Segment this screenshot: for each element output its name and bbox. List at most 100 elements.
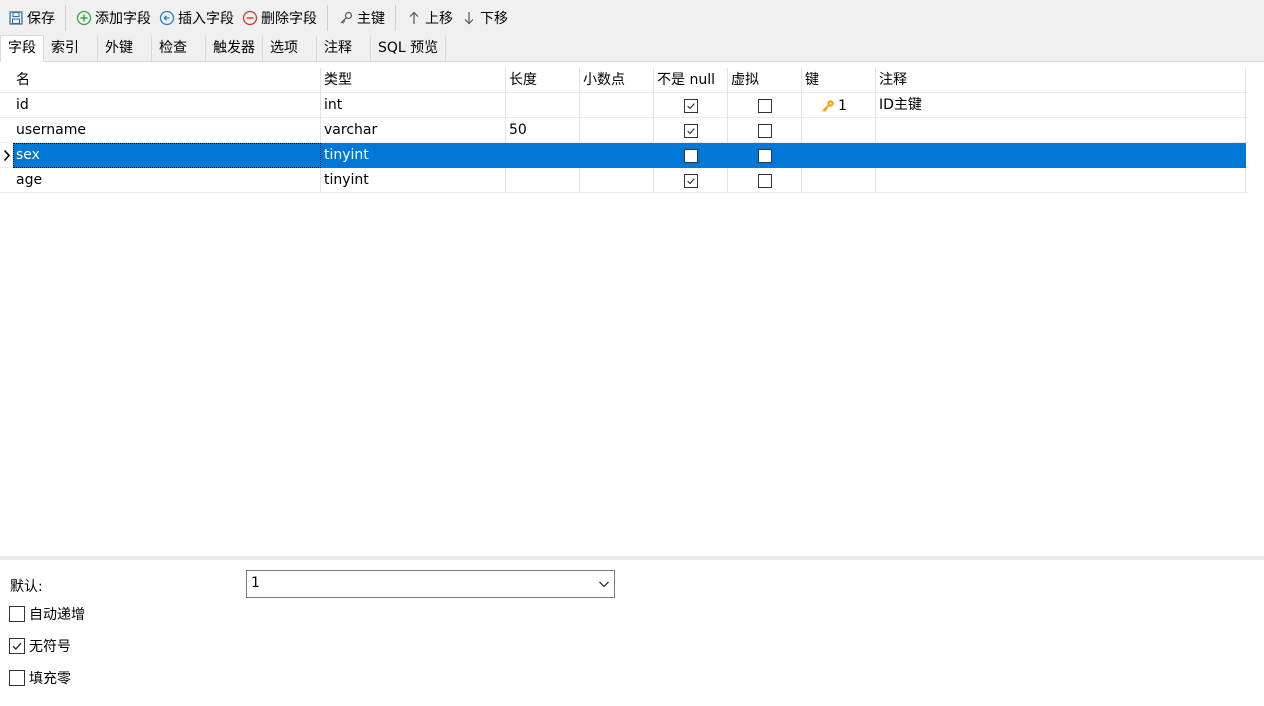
toolbar-divider — [327, 5, 328, 31]
field-type-cell[interactable]: tinyint — [321, 168, 506, 193]
key-cell[interactable]: 1 — [802, 93, 876, 118]
field-decimals-cell[interactable] — [580, 93, 654, 118]
field-name-cell[interactable]: username — [13, 118, 321, 143]
save-label: 保存 — [27, 11, 55, 27]
default-value: 1 — [251, 575, 260, 591]
field-length-cell[interactable] — [506, 168, 580, 193]
virtual-checkbox[interactable] — [757, 123, 772, 138]
tab-sql-preview[interactable]: SQL 预览 — [371, 36, 447, 61]
virtual-checkbox[interactable] — [757, 98, 772, 113]
unsigned-label: 无符号 — [29, 639, 71, 655]
table-row[interactable]: username varchar 50 — [0, 118, 1248, 143]
toolbar-divider — [65, 5, 66, 31]
zerofill-checkbox[interactable] — [9, 670, 25, 686]
minus-circle-icon — [242, 10, 258, 26]
not-null-checkbox[interactable] — [683, 98, 698, 113]
table-row[interactable]: age tinyint — [0, 168, 1248, 193]
field-length-cell[interactable]: 50 — [506, 118, 580, 143]
table-row[interactable]: id int 1 ID主键 — [0, 93, 1248, 118]
virtual-cell[interactable] — [728, 93, 802, 118]
field-length-cell[interactable] — [506, 143, 580, 168]
column-header-decimals[interactable]: 小数点 — [580, 68, 654, 93]
tab-comment[interactable]: 注释 — [317, 36, 371, 61]
column-header-comment[interactable]: 注释 — [876, 68, 1246, 93]
key-cell[interactable] — [802, 143, 876, 168]
save-icon — [8, 10, 24, 26]
field-type-cell[interactable]: int — [321, 93, 506, 118]
not-null-checkbox[interactable] — [683, 148, 698, 163]
field-name-cell[interactable]: sex — [13, 143, 321, 168]
field-type-cell[interactable]: varchar — [321, 118, 506, 143]
field-comment-cell[interactable] — [876, 168, 1246, 193]
auto-increment-option[interactable]: 自动递增 — [9, 604, 85, 624]
table-row-selected[interactable]: sex tinyint — [0, 143, 1248, 168]
tab-foreign-keys[interactable]: 外键 — [98, 36, 152, 61]
primary-key-label: 主键 — [357, 11, 385, 27]
not-null-checkbox[interactable] — [683, 123, 698, 138]
column-header-key[interactable]: 键 — [802, 68, 876, 93]
virtual-cell[interactable] — [728, 118, 802, 143]
column-header-length[interactable]: 长度 — [506, 68, 580, 93]
virtual-checkbox[interactable] — [757, 173, 772, 188]
chevron-down-icon — [599, 581, 609, 588]
field-properties-panel: 默认: 1 自动递增 无符号 填充零 — [0, 560, 1264, 706]
column-header-name[interactable]: 名 — [13, 68, 321, 93]
plus-circle-icon — [76, 10, 92, 26]
not-null-checkbox[interactable] — [683, 173, 698, 188]
move-up-label: 上移 — [425, 11, 453, 27]
row-indicator — [0, 168, 13, 193]
unsigned-option[interactable]: 无符号 — [9, 636, 71, 656]
arrow-down-icon — [461, 10, 477, 26]
default-value-select[interactable]: 1 — [246, 570, 615, 598]
virtual-checkbox[interactable] — [757, 148, 772, 163]
delete-field-button[interactable]: 删除字段 — [238, 4, 321, 32]
field-name-cell[interactable]: age — [13, 168, 321, 193]
field-comment-cell[interactable]: ID主键 — [876, 93, 1246, 118]
not-null-cell[interactable] — [654, 143, 728, 168]
primary-key-icon — [820, 98, 836, 114]
not-null-cell[interactable] — [654, 168, 728, 193]
field-type-cell[interactable]: tinyint — [321, 143, 506, 168]
add-field-button[interactable]: 添加字段 — [72, 4, 155, 32]
virtual-cell[interactable] — [728, 168, 802, 193]
key-order: 1 — [838, 97, 847, 114]
move-down-button[interactable]: 下移 — [457, 4, 512, 32]
key-cell[interactable] — [802, 168, 876, 193]
insert-circle-icon — [159, 10, 175, 26]
field-comment-cell[interactable] — [876, 143, 1246, 168]
not-null-cell[interactable] — [654, 93, 728, 118]
grid-header: 名 类型 长度 小数点 不是 null 虚拟 键 注释 — [0, 68, 1248, 93]
move-down-label: 下移 — [480, 11, 508, 27]
insert-field-button[interactable]: 插入字段 — [155, 4, 238, 32]
key-cell[interactable] — [802, 118, 876, 143]
insert-field-label: 插入字段 — [178, 11, 234, 27]
unsigned-checkbox[interactable] — [9, 638, 25, 654]
row-pointer-icon — [4, 150, 10, 161]
tab-triggers[interactable]: 触发器 — [206, 36, 263, 61]
not-null-cell[interactable] — [654, 118, 728, 143]
column-header-type[interactable]: 类型 — [321, 68, 506, 93]
tab-bar: 字段 索引 外键 检查 触发器 选项 注释 SQL 预览 — [0, 35, 1264, 62]
save-button[interactable]: 保存 — [4, 4, 59, 32]
zerofill-option[interactable]: 填充零 — [9, 668, 71, 688]
current-row-indicator — [0, 143, 13, 168]
field-comment-cell[interactable] — [876, 118, 1246, 143]
column-header-not-null[interactable]: 不是 null — [654, 68, 728, 93]
tab-fields[interactable]: 字段 — [0, 35, 44, 62]
tab-checks[interactable]: 检查 — [152, 36, 206, 61]
virtual-cell[interactable] — [728, 143, 802, 168]
field-decimals-cell[interactable] — [580, 168, 654, 193]
column-header-virtual[interactable]: 虚拟 — [728, 68, 802, 93]
field-length-cell[interactable] — [506, 93, 580, 118]
primary-key-button[interactable]: 主键 — [334, 4, 389, 32]
move-up-button[interactable]: 上移 — [402, 4, 457, 32]
field-decimals-cell[interactable] — [580, 143, 654, 168]
delete-field-label: 删除字段 — [261, 11, 317, 27]
tab-indexes[interactable]: 索引 — [44, 36, 98, 61]
field-name-cell[interactable]: id — [13, 93, 321, 118]
key-icon — [338, 10, 354, 26]
auto-increment-checkbox[interactable] — [9, 606, 25, 622]
tab-options[interactable]: 选项 — [263, 36, 317, 61]
field-decimals-cell[interactable] — [580, 118, 654, 143]
fields-grid: 名 类型 长度 小数点 不是 null 虚拟 键 注释 id int 1 ID主… — [0, 68, 1248, 193]
